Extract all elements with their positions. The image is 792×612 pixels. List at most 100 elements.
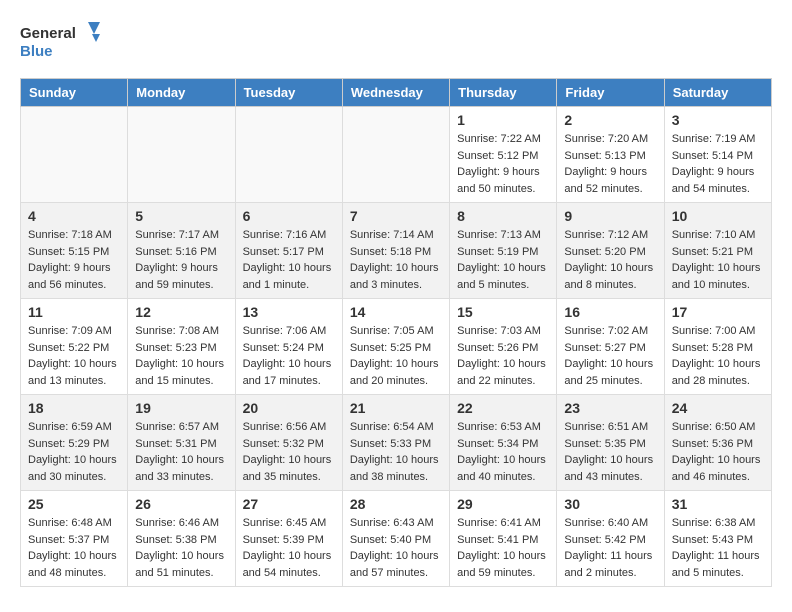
day-info: Sunrise: 6:54 AMSunset: 5:33 PMDaylight:… <box>350 419 442 485</box>
day-info: Sunrise: 7:16 AMSunset: 5:17 PMDaylight:… <box>243 227 335 293</box>
day-info: Sunrise: 7:12 AMSunset: 5:20 PMDaylight:… <box>564 227 656 293</box>
calendar-week-row: 4 Sunrise: 7:18 AMSunset: 5:15 PMDaylight… <box>21 203 772 299</box>
day-number: 18 <box>28 400 120 416</box>
calendar-day-cell: 17Sunrise: 7:00 AMSunset: 5:28 PMDayligh… <box>664 299 771 395</box>
day-number: 22 <box>457 400 549 416</box>
day-info: Sunrise: 7:20 AMSunset: 5:13 PMDaylight:… <box>564 131 656 197</box>
calendar-day-cell <box>21 107 128 203</box>
calendar-day-cell: 24 Sunrise: 6:50 AMSunset: 5:36 PMDayligh… <box>664 395 771 491</box>
day-info: Sunrise: 7:09 AMSunset: 5:22 PMDaylight:… <box>28 323 120 389</box>
day-info: Sunrise: 7:19 AMSunset: 5:14 PMDaylight:… <box>672 131 764 197</box>
day-info: Sunrise: 7:13 AMSunset: 5:19 PMDaylight:… <box>457 227 549 293</box>
day-number: 17 <box>672 304 764 320</box>
calendar-day-cell: 1Sunrise: 7:22 AMSunset: 5:12 PMDaylight… <box>450 107 557 203</box>
svg-text:General: General <box>20 25 76 42</box>
day-info: Sunrise: 6:50 AMSunset: 5:36 PMDaylight:… <box>672 419 764 485</box>
calendar-day-cell: 9 Sunrise: 7:12 AMSunset: 5:20 PMDaylight… <box>557 203 664 299</box>
calendar-day-cell: 3 Sunrise: 7:19 AMSunset: 5:14 PMDaylight… <box>664 107 771 203</box>
calendar-day-cell: 26 Sunrise: 6:46 AMSunset: 5:38 PMDayligh… <box>128 491 235 587</box>
calendar-day-cell: 27 Sunrise: 6:45 AMSunset: 5:39 PMDayligh… <box>235 491 342 587</box>
day-info: Sunrise: 7:05 AMSunset: 5:25 PMDaylight:… <box>350 323 442 389</box>
calendar-day-cell <box>235 107 342 203</box>
day-info: Sunrise: 7:02 AMSunset: 5:27 PMDaylight:… <box>564 323 656 389</box>
logo: General Blue <box>20 20 100 62</box>
day-number: 25 <box>28 496 120 512</box>
calendar-day-cell: 29 Sunrise: 6:41 AMSunset: 5:41 PMDayligh… <box>450 491 557 587</box>
day-number: 16 <box>564 304 656 320</box>
day-info: Sunrise: 6:43 AMSunset: 5:40 PMDaylight:… <box>350 515 442 581</box>
day-info: Sunrise: 6:53 AMSunset: 5:34 PMDaylight:… <box>457 419 549 485</box>
calendar-day-cell: 14 Sunrise: 7:05 AMSunset: 5:25 PMDayligh… <box>342 299 449 395</box>
day-header-thursday: Thursday <box>450 79 557 107</box>
day-number: 21 <box>350 400 442 416</box>
day-info: Sunrise: 7:03 AMSunset: 5:26 PMDaylight:… <box>457 323 549 389</box>
calendar-day-cell: 18Sunrise: 6:59 AMSunset: 5:29 PMDayligh… <box>21 395 128 491</box>
day-number: 14 <box>350 304 442 320</box>
calendar-day-cell: 19 Sunrise: 6:57 AMSunset: 5:31 PMDayligh… <box>128 395 235 491</box>
calendar-day-cell <box>128 107 235 203</box>
day-info: Sunrise: 7:10 AMSunset: 5:21 PMDaylight:… <box>672 227 764 293</box>
calendar-day-cell: 6 Sunrise: 7:16 AMSunset: 5:17 PMDaylight… <box>235 203 342 299</box>
calendar-table: SundayMondayTuesdayWednesdayThursdayFrid… <box>20 78 772 587</box>
calendar-day-cell: 2 Sunrise: 7:20 AMSunset: 5:13 PMDaylight… <box>557 107 664 203</box>
calendar-day-cell: 12 Sunrise: 7:08 AMSunset: 5:23 PMDayligh… <box>128 299 235 395</box>
day-info: Sunrise: 6:48 AMSunset: 5:37 PMDaylight:… <box>28 515 120 581</box>
day-number: 20 <box>243 400 335 416</box>
day-number: 31 <box>672 496 764 512</box>
svg-text:Blue: Blue <box>20 43 53 60</box>
day-number: 23 <box>564 400 656 416</box>
day-number: 7 <box>350 208 442 224</box>
day-info: Sunrise: 6:41 AMSunset: 5:41 PMDaylight:… <box>457 515 549 581</box>
day-info: Sunrise: 6:45 AMSunset: 5:39 PMDaylight:… <box>243 515 335 581</box>
calendar-week-row: 25 Sunrise: 6:48 AMSunset: 5:37 PMDayligh… <box>21 491 772 587</box>
day-header-tuesday: Tuesday <box>235 79 342 107</box>
day-header-saturday: Saturday <box>664 79 771 107</box>
day-number: 26 <box>135 496 227 512</box>
day-number: 24 <box>672 400 764 416</box>
calendar-day-cell: 30Sunrise: 6:40 AMSunset: 5:42 PMDayligh… <box>557 491 664 587</box>
day-info: Sunrise: 6:46 AMSunset: 5:38 PMDaylight:… <box>135 515 227 581</box>
calendar-week-row: 18Sunrise: 6:59 AMSunset: 5:29 PMDayligh… <box>21 395 772 491</box>
day-number: 4 <box>28 208 120 224</box>
day-info: Sunrise: 7:18 AMSunset: 5:15 PMDaylight:… <box>28 227 120 293</box>
calendar-day-cell: 8 Sunrise: 7:13 AMSunset: 5:19 PMDaylight… <box>450 203 557 299</box>
day-number: 13 <box>243 304 335 320</box>
logo-svg: General Blue <box>20 20 100 62</box>
day-info: Sunrise: 6:56 AMSunset: 5:32 PMDaylight:… <box>243 419 335 485</box>
calendar-day-cell: 13 Sunrise: 7:06 AMSunset: 5:24 PMDayligh… <box>235 299 342 395</box>
calendar-day-cell: 5 Sunrise: 7:17 AMSunset: 5:16 PMDaylight… <box>128 203 235 299</box>
day-number: 6 <box>243 208 335 224</box>
day-number: 5 <box>135 208 227 224</box>
day-header-friday: Friday <box>557 79 664 107</box>
day-number: 19 <box>135 400 227 416</box>
day-info: Sunrise: 6:38 AMSunset: 5:43 PMDaylight:… <box>672 515 764 581</box>
day-number: 11 <box>28 304 120 320</box>
calendar-day-cell: 20 Sunrise: 6:56 AMSunset: 5:32 PMDayligh… <box>235 395 342 491</box>
day-number: 29 <box>457 496 549 512</box>
day-header-sunday: Sunday <box>21 79 128 107</box>
day-number: 2 <box>564 112 656 128</box>
calendar-day-cell: 28 Sunrise: 6:43 AMSunset: 5:40 PMDayligh… <box>342 491 449 587</box>
calendar-day-cell: 23 Sunrise: 6:51 AMSunset: 5:35 PMDayligh… <box>557 395 664 491</box>
day-number: 1 <box>457 112 549 128</box>
day-info: Sunrise: 6:40 AMSunset: 5:42 PMDaylight:… <box>564 515 656 581</box>
day-number: 28 <box>350 496 442 512</box>
calendar-day-cell: 16 Sunrise: 7:02 AMSunset: 5:27 PMDayligh… <box>557 299 664 395</box>
calendar-day-cell: 15 Sunrise: 7:03 AMSunset: 5:26 PMDayligh… <box>450 299 557 395</box>
day-number: 12 <box>135 304 227 320</box>
day-info: Sunrise: 7:06 AMSunset: 5:24 PMDaylight:… <box>243 323 335 389</box>
calendar-day-cell: 31 Sunrise: 6:38 AMSunset: 5:43 PMDayligh… <box>664 491 771 587</box>
calendar-day-cell: 21 Sunrise: 6:54 AMSunset: 5:33 PMDayligh… <box>342 395 449 491</box>
day-number: 15 <box>457 304 549 320</box>
day-number: 3 <box>672 112 764 128</box>
day-number: 9 <box>564 208 656 224</box>
calendar-day-cell: 11 Sunrise: 7:09 AMSunset: 5:22 PMDayligh… <box>21 299 128 395</box>
day-info: Sunrise: 6:57 AMSunset: 5:31 PMDaylight:… <box>135 419 227 485</box>
day-info: Sunrise: 7:17 AMSunset: 5:16 PMDaylight:… <box>135 227 227 293</box>
day-number: 8 <box>457 208 549 224</box>
calendar-day-cell: 22 Sunrise: 6:53 AMSunset: 5:34 PMDayligh… <box>450 395 557 491</box>
day-info: Sunrise: 6:51 AMSunset: 5:35 PMDaylight:… <box>564 419 656 485</box>
day-info: Sunrise: 7:08 AMSunset: 5:23 PMDaylight:… <box>135 323 227 389</box>
day-number: 27 <box>243 496 335 512</box>
calendar-day-cell <box>342 107 449 203</box>
